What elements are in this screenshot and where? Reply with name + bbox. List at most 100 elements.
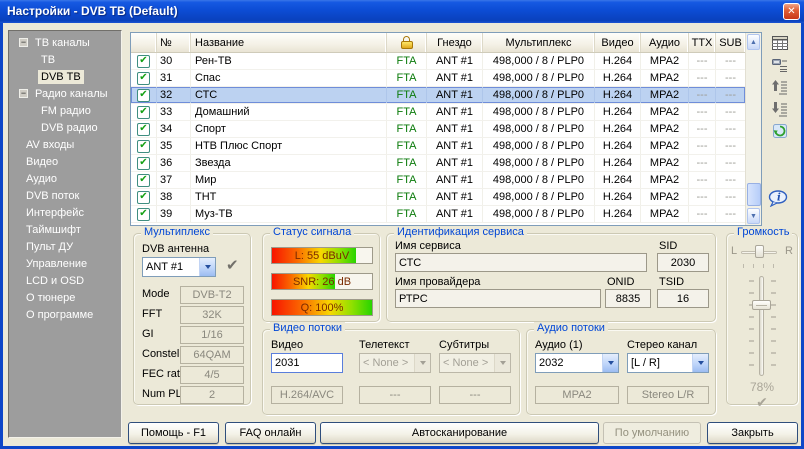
channel-row[interactable]: 37 Мир FTA ANT #1 498,000 / 8 / PLP0 H.2… [131,172,745,189]
sidebar-item[interactable]: − Радио каналы [9,85,121,102]
stereo-dropdown-button[interactable] [692,354,708,372]
table-scrollbar[interactable]: ▲ ▼ [745,33,761,225]
teletext-select[interactable]: < None > [359,353,431,373]
scrollbar-thumb[interactable] [747,183,761,206]
channel-row[interactable]: 39 Муз-ТВ FTA ANT #1 498,000 / 8 / PLP0 … [131,206,745,223]
channel-video-codec: H.264 [595,70,641,86]
move-channel-up-button[interactable] [770,77,790,97]
channel-row[interactable]: 35 НТВ Плюс Спорт FTA ANT #1 498,000 / 8… [131,138,745,155]
volume-slider-thumb[interactable] [752,300,771,310]
tree-collapse-icon[interactable]: − [19,38,28,47]
autoscan-button[interactable]: Автосканирование [320,422,599,444]
title-bar[interactable]: Настройки - DVB ТВ (Default) ✕ [0,0,804,23]
stereo-channel-select[interactable]: [L / R] [627,353,709,373]
channel-row[interactable]: 34 Спорт FTA ANT #1 498,000 / 8 / PLP0 H… [131,121,745,138]
sidebar-item[interactable]: − LCD и OSD [9,272,121,289]
video-pid-input[interactable]: 2031 [271,353,343,373]
channel-row[interactable]: 36 Звезда FTA ANT #1 498,000 / 8 / PLP0 … [131,155,745,172]
channel-ttx: --- [689,155,716,171]
channel-row[interactable]: 38 ТНТ FTA ANT #1 498,000 / 8 / PLP0 H.2… [131,189,745,206]
chevron-down-icon [420,361,426,365]
header-video[interactable]: Видео [595,33,641,52]
header-name[interactable]: Название [191,33,387,52]
sidebar-item[interactable]: − О программе [9,306,121,323]
sidebar-item[interactable]: − ТВ каналы [9,34,121,51]
channel-audio-codec: MPA2 [641,189,689,205]
tree-collapse-icon[interactable]: − [19,89,28,98]
channel-checkbox[interactable] [137,140,150,153]
channel-access: FTA [387,70,427,86]
channel-video-codec: H.264 [595,172,641,188]
move-up-icon [772,80,788,95]
audio-dropdown-button[interactable] [602,354,618,372]
channel-row[interactable]: 31 Спас FTA ANT #1 498,000 / 8 / PLP0 H.… [131,70,745,87]
channel-checkbox[interactable] [137,72,150,85]
channel-checkbox[interactable] [137,106,150,119]
sidebar-item[interactable]: − Интерфейс [9,204,121,221]
defaults-button: По умолчанию [603,422,701,444]
sidebar-item[interactable]: − Пульт ДУ [9,238,121,255]
apply-volume-check-icon[interactable]: ✔ [727,394,797,411]
channel-checkbox[interactable] [137,191,150,204]
sidebar-item[interactable]: − DVB поток [9,187,121,204]
remove-channel-button[interactable] [770,55,790,75]
sidebar-item[interactable]: − Управление [9,255,121,272]
sidebar-item-label: Управление [23,257,90,271]
multiplex-group: Мультиплекс DVB антенна ANT #1 ✔ Mode DV… [133,233,251,405]
rescan-button[interactable] [770,121,790,141]
sidebar-item[interactable]: − Аудио [9,170,121,187]
channel-checkbox[interactable] [137,208,150,221]
subtitles-select[interactable]: < None > [439,353,511,373]
sidebar-item[interactable]: − ТВ [9,51,121,68]
channel-row[interactable]: 32 СТС FTA ANT #1 498,000 / 8 / PLP0 H.2… [131,87,745,104]
apply-antenna-check-icon[interactable]: ✔ [226,256,239,274]
channel-checkbox[interactable] [137,89,150,102]
channel-checkbox[interactable] [137,174,150,187]
sidebar-item[interactable]: − О тюнере [9,289,121,306]
channel-checkbox[interactable] [137,123,150,136]
scroll-up-icon[interactable]: ▲ [747,34,760,50]
close-button[interactable]: ✕ [783,3,800,20]
service-name-field[interactable]: СТС [395,253,647,272]
channel-video-codec: H.264 [595,121,641,137]
audio-pid-select[interactable]: 2032 [535,353,619,373]
header-ttx[interactable]: TTX [689,33,716,52]
channel-row[interactable]: 30 Рен-ТВ FTA ANT #1 498,000 / 8 / PLP0 … [131,53,745,70]
antenna-value: ANT #1 [143,258,199,276]
antenna-select[interactable]: ANT #1 [142,257,216,277]
channel-sub: --- [716,121,745,137]
header-audio[interactable]: Аудио [641,33,689,52]
sidebar-item[interactable]: − Таймшифт [9,221,121,238]
channel-sub: --- [716,70,745,86]
sidebar-item[interactable]: − DVB ТВ [9,68,121,85]
sidebar-item[interactable]: − DVB радио [9,119,121,136]
header-sub[interactable]: SUB [716,33,745,52]
channel-list-button[interactable] [770,33,790,53]
channel-info-button[interactable]: i [768,188,788,208]
subtitles-label: Субтитры [439,339,489,351]
onid-field: 8835 [605,289,651,308]
header-multiplex[interactable]: Мультиплекс [483,33,595,52]
antenna-dropdown-button[interactable] [199,258,215,276]
volume-slider-track[interactable] [759,276,764,376]
sidebar-item[interactable]: − Видео [9,153,121,170]
header-num[interactable]: № [157,33,191,52]
channel-name: Мир [191,172,387,188]
sidebar-item[interactable]: − AV входы [9,136,121,153]
teletext-value: < None > [360,354,414,372]
channel-name: Домашний [191,104,387,120]
sidebar-item[interactable]: − FM радио [9,102,121,119]
move-channel-down-button[interactable] [770,99,790,119]
help-button[interactable]: Помощь - F1 [128,422,219,444]
provider-field[interactable]: РТРС [395,289,601,308]
channel-row[interactable]: 33 Домашний FTA ANT #1 498,000 / 8 / PLP… [131,104,745,121]
balance-slider-thumb[interactable] [755,245,764,258]
scroll-down-icon[interactable]: ▼ [747,208,760,224]
header-socket[interactable]: Гнездо [427,33,483,52]
header-checkbox-col[interactable] [131,33,157,52]
close-dialog-button[interactable]: Закрыть [707,422,798,444]
channel-checkbox[interactable] [137,55,150,68]
header-access[interactable] [387,33,427,52]
faq-button[interactable]: FAQ онлайн [225,422,316,444]
channel-checkbox[interactable] [137,157,150,170]
